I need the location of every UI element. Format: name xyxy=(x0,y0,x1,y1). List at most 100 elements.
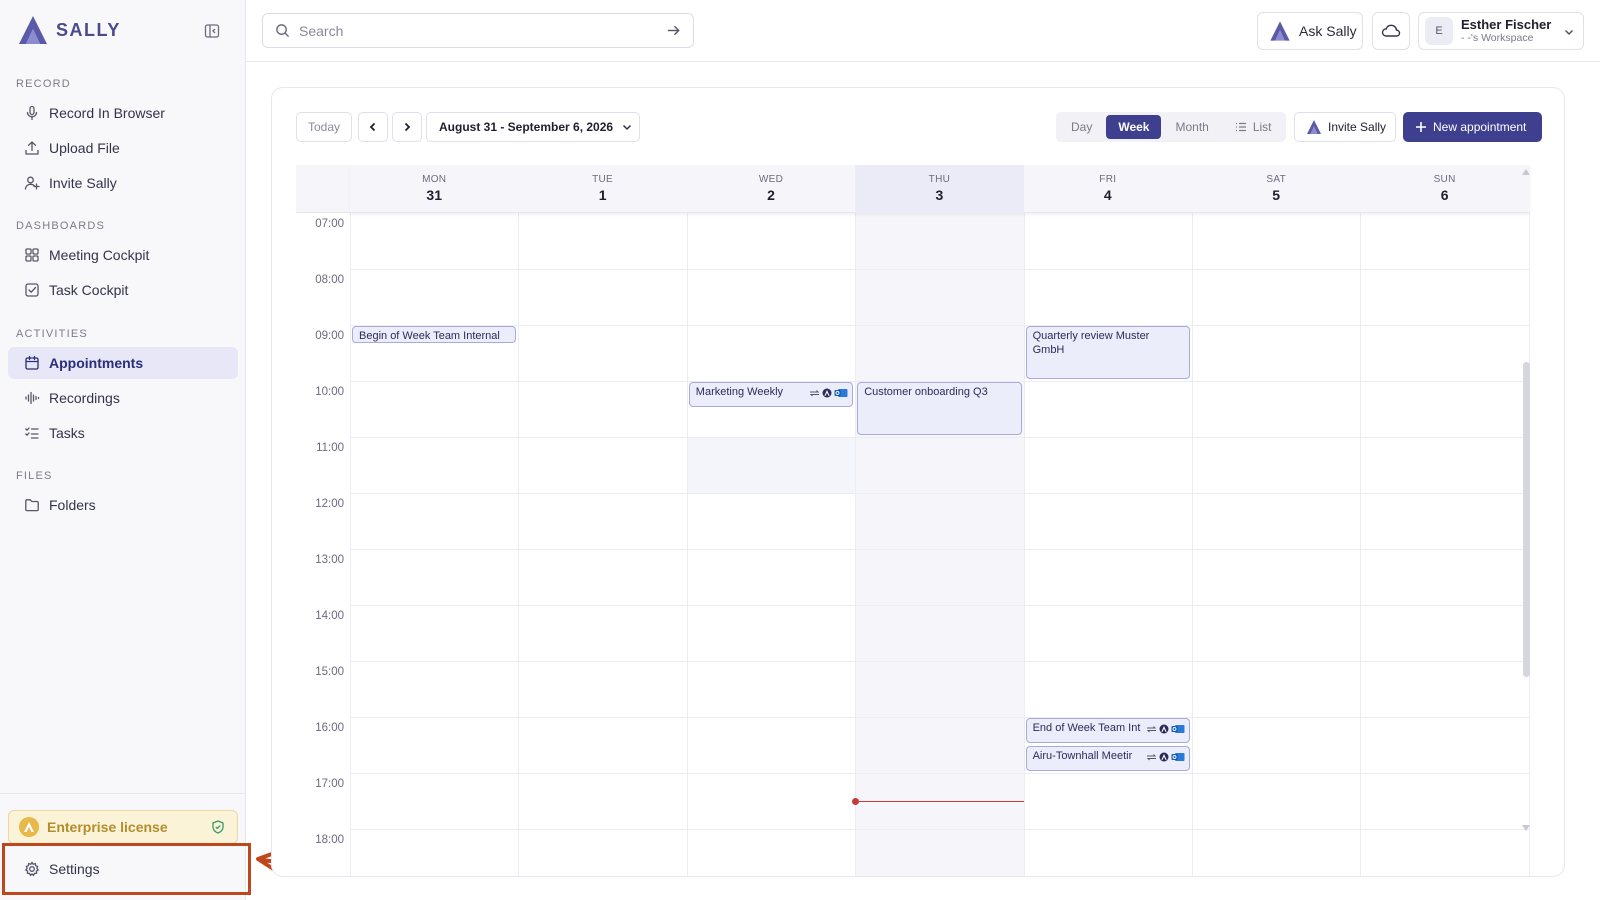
calendar-event[interactable]: Begin of Week Team Internal xyxy=(352,326,517,343)
user-plus-icon xyxy=(24,176,40,190)
sidebar-item-task-cockpit[interactable]: Task Cockpit xyxy=(8,274,238,306)
sidebar-item-recordings[interactable]: Recordings xyxy=(8,382,238,414)
chevron-right-icon xyxy=(404,122,411,132)
sidebar-item-record-in-browser[interactable]: Record In Browser xyxy=(8,97,238,129)
date-range-picker[interactable]: August 31 - September 6, 2026 xyxy=(426,112,640,142)
day-of-week: FRI xyxy=(1099,174,1117,185)
calendar-card: Today August 31 - September 6, 2026 Day W… xyxy=(271,87,1565,877)
next-week-button[interactable] xyxy=(392,112,422,142)
day-header-wed[interactable]: WED 2 xyxy=(687,165,855,213)
calendar-event[interactable]: Quarterly review Muster GmbH xyxy=(1025,326,1190,379)
today-button[interactable]: Today xyxy=(296,112,352,142)
sidebar-item-label: Invite Sally xyxy=(49,175,117,191)
logo[interactable]: SALLY xyxy=(16,14,121,46)
sidebar: SALLY RECORD Record In Browser Upload File… xyxy=(0,0,246,900)
sidebar-item-upload-file[interactable]: Upload File xyxy=(8,132,238,164)
sally-logo-icon xyxy=(1270,21,1290,41)
hour-line xyxy=(350,661,1530,662)
folder-icon xyxy=(25,499,39,512)
day-divider xyxy=(855,213,857,876)
day-of-week: THU xyxy=(928,174,951,185)
view-option-month[interactable]: Month xyxy=(1163,115,1220,139)
sidebar-item-invite-sally[interactable]: Invite Sally xyxy=(8,167,238,199)
view-option-list[interactable]: List xyxy=(1223,115,1284,139)
day-number: 2 xyxy=(767,187,775,203)
calendar-event[interactable]: Customer onboarding Q3 xyxy=(857,382,1022,435)
day-of-week: TUE xyxy=(592,174,614,185)
upload-icon xyxy=(25,141,39,155)
time-label: 18:00 xyxy=(315,834,344,846)
calendar-event[interactable]: Airu-Townhall Meetir xyxy=(1025,746,1190,771)
grid-icon xyxy=(25,248,39,262)
time-label: 12:00 xyxy=(315,498,344,510)
scroll-down-icon[interactable] xyxy=(1522,825,1530,831)
day-divider xyxy=(350,213,351,876)
user-workspace: - -'s Workspace xyxy=(1461,32,1534,44)
calendar-event[interactable]: End of Week Team Int xyxy=(1025,718,1190,743)
time-gutter-header xyxy=(296,165,350,213)
prev-week-button[interactable] xyxy=(358,112,388,142)
search-bar[interactable]: Search xyxy=(262,13,694,48)
day-divider xyxy=(1192,213,1193,876)
invite-sally-label: Invite Sally xyxy=(1328,120,1387,134)
outlook-icon xyxy=(1171,725,1185,733)
sidebar-item-appointments[interactable]: Appointments xyxy=(8,347,238,379)
shield-check-icon xyxy=(212,820,224,834)
license-label: Enterprise license xyxy=(47,819,168,835)
sidebar-item-label: Tasks xyxy=(49,425,85,441)
logo-text: SALLY xyxy=(56,19,121,40)
section-label-activities: ACTIVITIES xyxy=(16,328,88,340)
search-icon xyxy=(276,24,290,38)
outlook-icon xyxy=(834,389,848,397)
sidebar-item-tasks[interactable]: Tasks xyxy=(8,417,238,449)
day-header-fri[interactable]: FRI 4 xyxy=(1024,165,1192,213)
sidebar-item-label: Appointments xyxy=(49,355,144,371)
chevron-down-icon xyxy=(623,124,632,131)
cloud-icon xyxy=(1381,24,1401,37)
sidebar-item-folders[interactable]: Folders xyxy=(8,489,238,521)
new-appointment-button[interactable]: New appointment xyxy=(1403,112,1542,142)
time-label: 11:00 xyxy=(316,442,344,454)
checkbox-icon xyxy=(25,283,39,297)
section-label-record: RECORD xyxy=(16,78,71,90)
task-list-icon xyxy=(25,427,39,439)
sally-logo-icon xyxy=(1307,120,1321,134)
calendar-event[interactable]: Marketing Weekly xyxy=(688,382,854,407)
chevron-left-icon xyxy=(369,122,376,132)
invite-sally-button[interactable]: Invite Sally xyxy=(1294,112,1396,142)
user-menu-button[interactable]: E Esther Fischer - -'s Workspace xyxy=(1418,12,1584,50)
sidebar-item-label: Upload File xyxy=(49,140,120,156)
sally-bot-icon xyxy=(1159,752,1169,762)
enterprise-license-badge[interactable]: Enterprise license xyxy=(8,810,238,844)
cloud-sync-button[interactable] xyxy=(1372,12,1410,50)
sidebar-item-meeting-cockpit[interactable]: Meeting Cockpit xyxy=(8,239,238,271)
top-header: Search Ask Sally E Esther Fischer - -'s … xyxy=(246,0,1600,62)
avatar: E xyxy=(1425,17,1453,45)
day-header-thu[interactable]: THU 3 xyxy=(855,165,1024,213)
day-header-sat[interactable]: SAT 5 xyxy=(1192,165,1360,213)
chevron-down-icon xyxy=(1564,29,1574,36)
scroll-up-icon[interactable] xyxy=(1522,169,1530,175)
day-number: 1 xyxy=(598,187,607,203)
day-divider xyxy=(686,213,688,876)
view-option-week[interactable]: Week xyxy=(1106,115,1162,139)
arrow-right-icon[interactable] xyxy=(666,23,681,38)
plus-icon xyxy=(1416,122,1426,132)
view-option-label: Month xyxy=(1175,120,1209,134)
section-label-files: FILES xyxy=(16,470,53,482)
day-header-mon[interactable]: MON 31 xyxy=(350,165,518,213)
ask-sally-label: Ask Sally xyxy=(1299,23,1357,39)
view-option-label: Week xyxy=(1118,120,1150,134)
day-header-sun[interactable]: SUN 6 xyxy=(1360,165,1528,213)
hour-line xyxy=(350,829,1530,830)
collapse-sidebar-button[interactable] xyxy=(204,23,222,41)
time-label: 16:00 xyxy=(315,722,344,734)
ask-sally-button[interactable]: Ask Sally xyxy=(1257,12,1363,50)
today-column-highlight xyxy=(855,213,1024,876)
calendar-scroll-thumb[interactable] xyxy=(1523,362,1530,677)
hour-line xyxy=(350,493,1530,494)
event-title: Customer onboarding Q3 xyxy=(864,386,988,398)
view-option-day[interactable]: Day xyxy=(1059,115,1104,139)
sidebar-divider xyxy=(0,793,246,794)
day-header-tue[interactable]: TUE 1 xyxy=(518,165,686,213)
